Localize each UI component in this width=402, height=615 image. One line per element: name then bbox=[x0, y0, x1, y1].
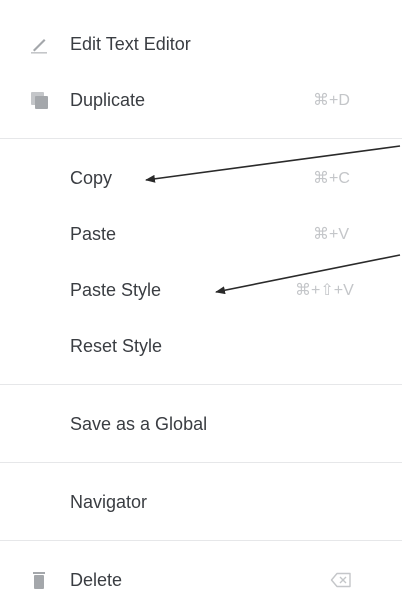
delete-key-icon bbox=[330, 572, 351, 588]
shortcut-label: ⌘+C bbox=[313, 170, 350, 187]
menu-item-navigator[interactable]: Navigator bbox=[0, 482, 402, 522]
menu-item-edit-text-editor[interactable]: Edit Text Editor bbox=[0, 24, 402, 64]
menu-item-label: Duplicate bbox=[70, 89, 146, 110]
menu-item-reset-style[interactable]: Reset Style bbox=[0, 326, 402, 366]
menu-item-label: Save as a Global bbox=[70, 413, 208, 434]
menu-item-label: Edit Text Editor bbox=[70, 33, 191, 54]
divider bbox=[0, 384, 402, 385]
menu-item-label: Navigator bbox=[70, 491, 148, 512]
menu-item-paste-style[interactable]: Paste Style ⌘+⇧+V bbox=[0, 270, 402, 310]
divider bbox=[0, 138, 402, 139]
menu-item-copy[interactable]: Copy ⌘+C bbox=[0, 158, 402, 198]
duplicate-icon bbox=[31, 92, 48, 109]
trash-icon bbox=[33, 572, 45, 589]
menu-item-delete[interactable]: Delete bbox=[0, 560, 402, 600]
shortcut-label: ⌘+V bbox=[313, 226, 350, 243]
context-menu: Edit Text Editor Duplicate ⌘+D Copy ⌘+C … bbox=[0, 0, 402, 615]
divider bbox=[0, 462, 402, 463]
menu-item-label: Copy bbox=[70, 167, 113, 188]
menu-item-label: Paste bbox=[70, 223, 117, 244]
menu-item-duplicate[interactable]: Duplicate ⌘+D bbox=[0, 80, 402, 120]
menu-item-save-as-global[interactable]: Save as a Global bbox=[0, 404, 402, 444]
menu-item-label: Paste Style bbox=[70, 279, 162, 300]
menu-item-label: Delete bbox=[70, 569, 123, 590]
shortcut-label: ⌘+D bbox=[313, 92, 350, 109]
divider bbox=[0, 540, 402, 541]
shortcut-label: ⌘+⇧+V bbox=[295, 282, 354, 299]
menu-item-label: Reset Style bbox=[70, 335, 163, 356]
menu-item-paste[interactable]: Paste ⌘+V bbox=[0, 214, 402, 254]
pencil-icon bbox=[31, 39, 47, 54]
